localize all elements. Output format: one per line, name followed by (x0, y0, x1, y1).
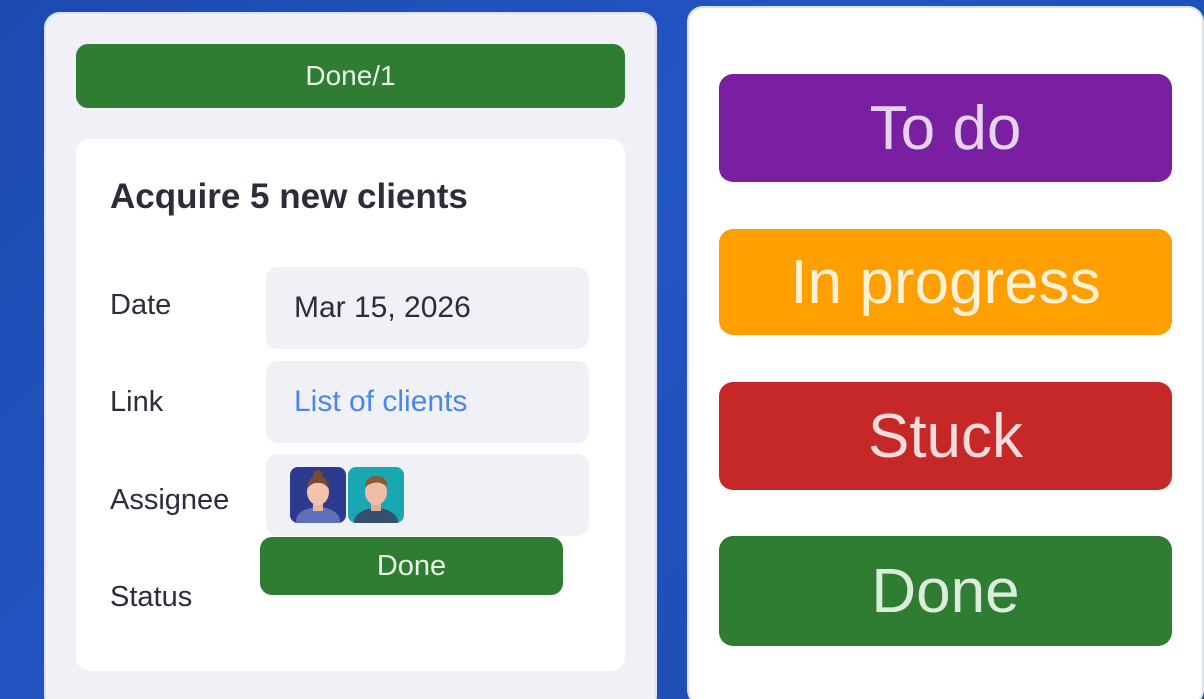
group-header-done[interactable]: Done/1 (76, 44, 625, 108)
item-panel: Done/1 Acquire 5 new clients Date Mar 15… (44, 12, 657, 699)
status-pill-done[interactable]: Done (260, 537, 563, 595)
item-title: Acquire 5 new clients (110, 177, 468, 216)
woman-avatar[interactable] (290, 467, 346, 523)
assignee-avatars (290, 467, 404, 523)
item-card[interactable]: Acquire 5 new clients Date Mar 15, 2026 … (76, 139, 625, 671)
date-label: Date (110, 289, 172, 321)
status-option-label: In progress (790, 247, 1101, 317)
status-option-label: Done (871, 556, 1020, 626)
date-field[interactable]: Mar 15, 2026 (266, 267, 589, 349)
status-option-in-progress[interactable]: In progress (719, 229, 1172, 335)
man-avatar-icon (348, 467, 404, 523)
link-label: Link (110, 386, 164, 418)
status-label: Status (110, 581, 193, 613)
status-option-to-do[interactable]: To do (719, 74, 1172, 182)
assignee-label: Assignee (110, 484, 230, 516)
man-avatar[interactable] (348, 467, 404, 523)
status-option-stuck[interactable]: Stuck (719, 382, 1172, 490)
clients-list-link[interactable]: List of clients (294, 385, 467, 419)
assignee-field[interactable] (266, 454, 589, 536)
status-option-label: Stuck (867, 401, 1024, 471)
woman-avatar-icon (290, 467, 346, 523)
status-options-panel: To do In progress Stuck Done (687, 6, 1204, 699)
status-option-label: To do (869, 93, 1022, 163)
status-option-done[interactable]: Done (719, 536, 1172, 646)
date-value: Mar 15, 2026 (294, 291, 471, 324)
link-field[interactable]: List of clients (266, 361, 589, 443)
